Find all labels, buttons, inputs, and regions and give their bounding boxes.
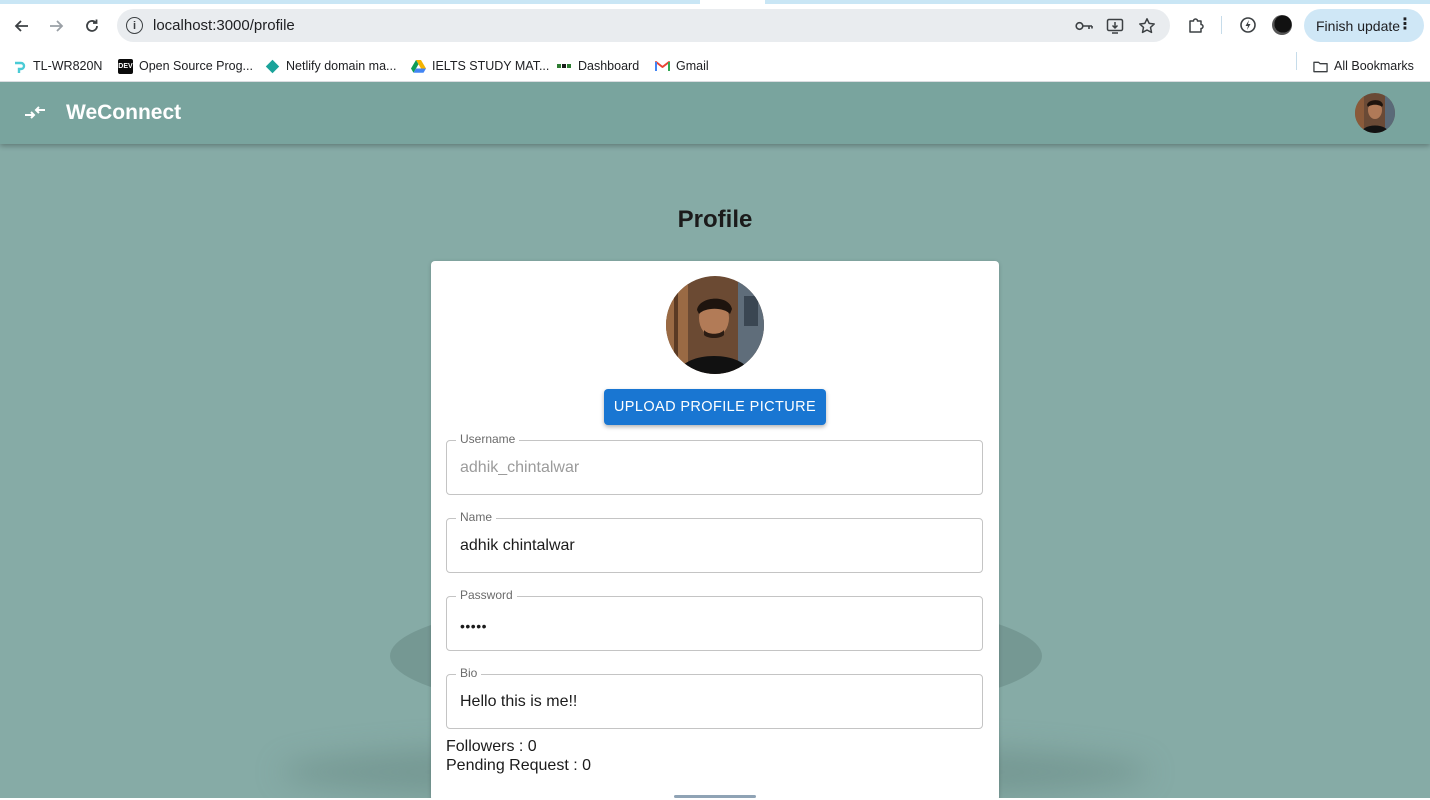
bookmark-open-source[interactable]: DEV Open Source Prog... [118, 55, 253, 77]
netlify-icon [265, 59, 280, 74]
finish-update-button[interactable]: Finish update ⋮ [1304, 9, 1424, 42]
profile-card: UPLOAD PROFILE PICTURE Username adhik_ch… [431, 261, 999, 798]
name-input[interactable]: adhik chintalwar [460, 537, 960, 555]
collapse-arrows-icon[interactable] [24, 103, 46, 123]
bookmark-tl-wr820n[interactable]: TL-WR820N [12, 55, 102, 77]
bookmark-ielts[interactable]: IELTS STUDY MAT... [411, 55, 549, 77]
app-bar: WeConnect [0, 82, 1430, 144]
brand-name[interactable]: WeConnect [66, 101, 181, 125]
bookmark-dashboard[interactable]: Dashboard [557, 55, 639, 77]
password-field[interactable]: Password ••••• [446, 588, 983, 651]
upload-profile-picture-button[interactable]: UPLOAD PROFILE PICTURE [604, 389, 826, 425]
name-label: Name [456, 510, 497, 524]
finish-update-label: Finish update [1316, 17, 1401, 34]
extensions-icon[interactable] [1185, 14, 1207, 36]
dashboard-icon [557, 59, 572, 74]
performance-icon[interactable] [1237, 14, 1259, 36]
bookmarks-bar: TL-WR820N DEV Open Source Prog... Netlif… [0, 50, 1430, 82]
bio-input[interactable]: Hello this is me!! [460, 693, 960, 711]
key-icon[interactable] [1074, 16, 1094, 36]
reload-icon[interactable] [79, 13, 105, 39]
followers-count: Followers : 0 [446, 738, 537, 755]
all-bookmarks[interactable]: All Bookmarks [1313, 55, 1414, 77]
browser-profile-avatar[interactable] [1272, 15, 1292, 35]
tab-strip-right [765, 0, 1430, 4]
gmail-icon [655, 59, 670, 74]
bookmark-star-icon[interactable] [1137, 16, 1157, 36]
bookmark-gmail[interactable]: Gmail [655, 55, 709, 77]
pending-request-count: Pending Request : 0 [446, 757, 591, 774]
name-field[interactable]: Name adhik chintalwar [446, 510, 983, 573]
install-app-icon[interactable] [1105, 16, 1125, 36]
toolbar-divider [1221, 16, 1222, 34]
bio-label: Bio [456, 666, 482, 680]
app-viewport: WeConnect Profile UPLOAD PROFILE PICTURE… [0, 82, 1430, 798]
kebab-menu-icon[interactable]: ⋮ [1397, 16, 1413, 34]
password-label: Password [456, 588, 517, 602]
page-title: Profile [677, 206, 753, 233]
tab-strip [0, 0, 700, 4]
address-bar[interactable]: i localhost:3000/profile [117, 9, 1170, 42]
user-avatar[interactable] [1355, 93, 1395, 133]
username-field[interactable]: Username adhik_chintalwar [446, 432, 983, 495]
browser-toolbar: i localhost:3000/profile Finish update ⋮ [0, 0, 1430, 50]
scroll-handle[interactable] [674, 795, 756, 798]
dev-icon: DEV [118, 58, 133, 74]
bio-field[interactable]: Bio Hello this is me!! [446, 666, 983, 729]
username-value: adhik_chintalwar [460, 459, 580, 476]
bookmarks-divider [1296, 52, 1297, 70]
bookmark-netlify[interactable]: Netlify domain ma... [265, 55, 396, 77]
tplink-icon [12, 59, 27, 74]
site-info-icon[interactable]: i [126, 17, 143, 34]
username-label: Username [456, 432, 520, 446]
profile-picture [666, 276, 764, 374]
url-text[interactable]: localhost:3000/profile [153, 17, 295, 34]
password-input[interactable]: ••••• [460, 618, 487, 634]
back-icon[interactable] [9, 13, 35, 39]
google-drive-icon [411, 59, 426, 74]
folder-icon [1313, 59, 1328, 74]
forward-icon[interactable] [43, 13, 69, 39]
